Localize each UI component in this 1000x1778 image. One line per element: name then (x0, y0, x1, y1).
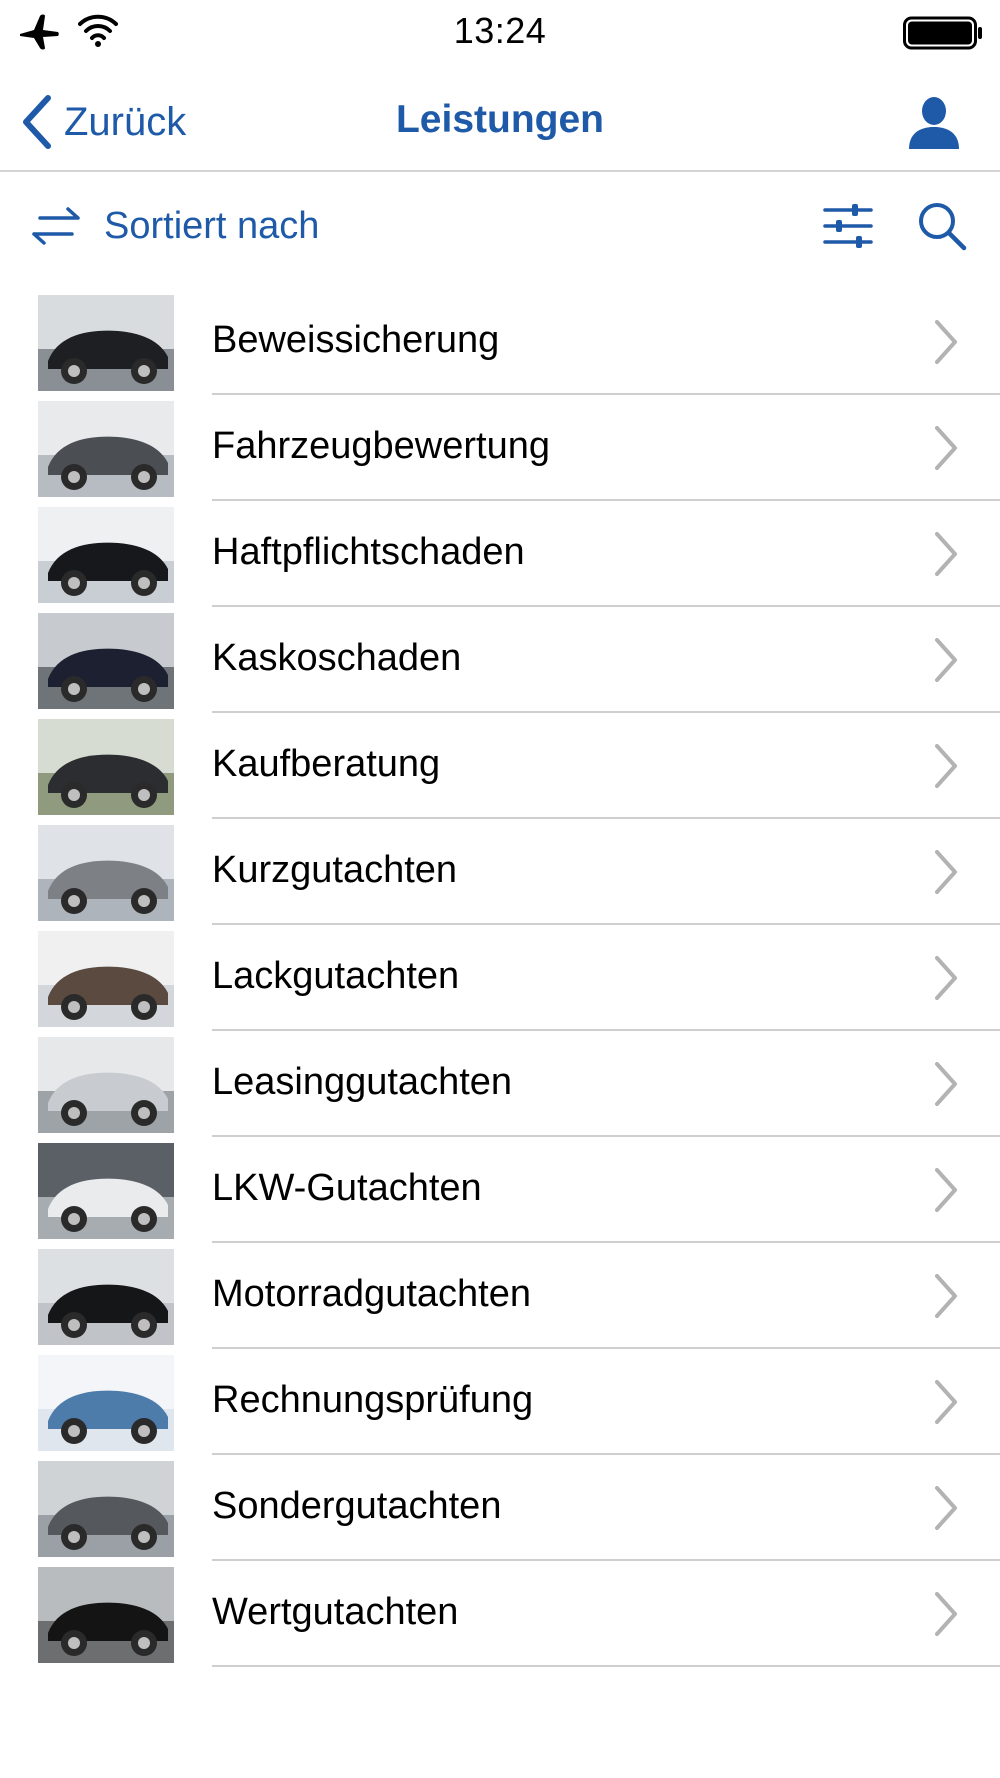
toolbar: Sortiert nach (0, 172, 1000, 282)
status-bar: 13:24 (0, 0, 1000, 64)
list-item[interactable]: LKW-Gutachten (0, 1137, 1000, 1243)
list-item[interactable]: Haftpflichtschaden (0, 501, 1000, 607)
navigation-bar: Zurück Leistungen (0, 64, 1000, 172)
list-item-label: Kaskoschaden (212, 637, 462, 679)
thumbnail-image (38, 1143, 174, 1239)
list-item-label: LKW-Gutachten (212, 1167, 482, 1209)
list-item-label: Haftpflichtschaden (212, 531, 525, 573)
chevron-right-icon (935, 320, 957, 364)
photo-icon (38, 295, 174, 391)
screen: 13:24 Zurück Leistungen Sortiert nach Be… (0, 0, 1000, 1778)
thumbnail-image (38, 1461, 174, 1557)
list-item-label: Kurzgutachten (212, 849, 458, 891)
chevron-right-icon (935, 1274, 957, 1318)
list-item-label: Lackgutachten (212, 955, 460, 997)
photo-icon (38, 1355, 174, 1451)
list-item[interactable]: Leasinggutachten (0, 1031, 1000, 1137)
chevron-right-icon (935, 1062, 957, 1106)
chevron-right-icon (935, 1168, 957, 1212)
thumbnail-image (38, 825, 174, 921)
list-item-label: Rechnungsprüfung (212, 1379, 534, 1421)
chevron-right-icon (935, 744, 957, 788)
page-title: Leistungen (395, 98, 604, 141)
photo-icon (38, 1037, 174, 1133)
photo-icon (38, 507, 174, 603)
list-item[interactable]: Fahrzeugbewertung (0, 395, 1000, 501)
list-item[interactable]: Rechnungsprüfung (0, 1349, 1000, 1455)
photo-icon (38, 401, 174, 497)
thumbnail-image (38, 507, 174, 603)
thumbnail-image (38, 613, 174, 709)
chevron-right-icon (935, 638, 957, 682)
photo-icon (38, 613, 174, 709)
photo-icon (38, 719, 174, 815)
chevron-right-icon (935, 850, 957, 894)
photo-icon (38, 1461, 174, 1557)
list-item[interactable]: Kaufberatung (0, 713, 1000, 819)
photo-icon (38, 825, 174, 921)
thumbnail-image (38, 401, 174, 497)
list-item[interactable]: Motorradgutachten (0, 1243, 1000, 1349)
thumbnail-image (38, 1567, 174, 1663)
person-icon[interactable] (905, 94, 963, 152)
list-item-label: Motorradgutachten (212, 1273, 531, 1315)
battery-icon (903, 16, 982, 50)
photo-icon (38, 931, 174, 1027)
list-item[interactable]: Lackgutachten (0, 925, 1000, 1031)
photo-icon (38, 1249, 174, 1345)
row-divider (212, 1665, 1000, 1667)
thumbnail-image (38, 1249, 174, 1345)
list-item[interactable]: Wertgutachten (0, 1561, 1000, 1667)
status-time: 13:24 (453, 10, 547, 51)
chevron-right-icon (935, 1486, 957, 1530)
chevron-right-icon (935, 426, 957, 470)
list-item[interactable]: Sondergutachten (0, 1455, 1000, 1561)
list-item-label: Kaufberatung (212, 743, 441, 785)
photo-icon (38, 1567, 174, 1663)
chevron-right-icon (935, 956, 957, 1000)
list-item-label: Leasinggutachten (212, 1061, 513, 1103)
list-item-label: Fahrzeugbewertung (212, 425, 550, 467)
sort-button[interactable]: Sortiert nach (28, 196, 319, 256)
thumbnail-image (38, 719, 174, 815)
photo-icon (38, 1143, 174, 1239)
list-item-label: Wertgutachten (212, 1591, 459, 1633)
thumbnail-image (38, 1355, 174, 1451)
list-item[interactable]: Kurzgutachten (0, 819, 1000, 925)
service-list: Beweissicherung Fahrzeugbewertung Haftpfli… (0, 289, 1000, 1667)
filter-sliders-icon[interactable] (822, 202, 874, 250)
sort-arrows-icon (32, 207, 80, 245)
list-item-label: Beweissicherung (212, 319, 500, 361)
search-icon[interactable] (916, 200, 968, 252)
chevron-right-icon (935, 1380, 957, 1424)
sort-label: Sortiert nach (104, 204, 320, 247)
thumbnail-image (38, 1037, 174, 1133)
list-item-label: Sondergutachten (212, 1485, 502, 1527)
thumbnail-image (38, 295, 174, 391)
thumbnail-image (38, 931, 174, 1027)
chevron-right-icon (935, 532, 957, 576)
chevron-right-icon (935, 1592, 957, 1636)
list-item[interactable]: Beweissicherung (0, 289, 1000, 395)
list-item[interactable]: Kaskoschaden (0, 607, 1000, 713)
